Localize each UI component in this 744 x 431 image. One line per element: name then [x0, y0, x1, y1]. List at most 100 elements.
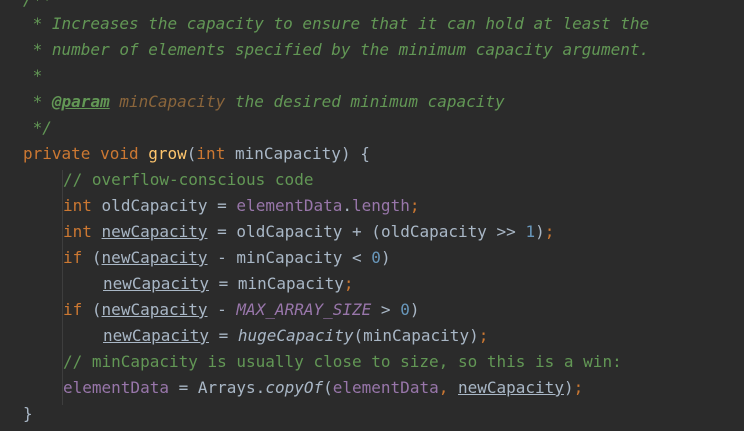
- statement-new-capacity: int newCapacity = oldCapacity + (oldCapa…: [63, 219, 554, 245]
- close-paren: ): [469, 326, 479, 345]
- line-comment-win: // minCapacity is usually close to size,…: [63, 349, 622, 375]
- if-statement-2: if (newCapacity - MAX_ARRAY_SIZE > 0): [63, 297, 419, 323]
- close-paren: ): [380, 248, 391, 267]
- constant-max-array-size[interactable]: MAX_ARRAY_SIZE: [236, 300, 371, 319]
- close-paren: ): [563, 378, 574, 397]
- close-brace: }: [23, 404, 33, 423]
- var-old-capacity[interactable]: oldCapacity: [102, 196, 208, 215]
- semicolon: ;: [343, 274, 354, 293]
- operator-minus: -: [207, 300, 237, 319]
- if-statement-1: if (newCapacity - minCapacity < 0): [63, 245, 391, 271]
- operator-plus: +: [342, 222, 372, 241]
- open-paren: (: [91, 248, 102, 267]
- var-old-capacity[interactable]: oldCapacity: [381, 222, 487, 241]
- javadoc-close-line: */: [23, 115, 52, 141]
- number-literal: 0: [400, 300, 410, 319]
- var-min-capacity[interactable]: minCapacity: [236, 248, 342, 267]
- javadoc-param-line: * @param minCapacity the desired minimum…: [23, 89, 505, 115]
- operator-gt: >: [371, 300, 401, 319]
- javadoc-param-desc: the desired minimum capacity: [225, 92, 505, 111]
- keyword-void: void: [100, 144, 139, 163]
- javadoc-text: * number of elements specified by the mi…: [23, 40, 650, 59]
- keyword-private: private: [23, 144, 91, 163]
- close-paren: ): [535, 222, 545, 241]
- dot: .: [342, 196, 353, 215]
- assign-statement-1: newCapacity = minCapacity;: [103, 271, 353, 297]
- closing-brace-line: }: [23, 401, 33, 427]
- open-paren: (: [371, 222, 381, 241]
- method-signature-line: private void grow(int minCapacity) {: [23, 141, 370, 167]
- operator-minus: -: [207, 248, 237, 267]
- field-element-data[interactable]: elementData: [63, 378, 169, 397]
- var-new-capacity[interactable]: newCapacity: [102, 248, 208, 267]
- statement-copy-of: elementData = Arrays.copyOf(elementData,…: [63, 375, 583, 401]
- param-min-capacity[interactable]: minCapacity: [235, 144, 341, 163]
- open-paren: (: [353, 326, 364, 345]
- keyword-int: int: [196, 144, 226, 163]
- javadoc-param-name[interactable]: minCapacity: [119, 92, 225, 111]
- javadoc-param-tag[interactable]: @param: [52, 92, 110, 111]
- operator-assign: =: [207, 222, 237, 241]
- javadoc-text: *: [23, 92, 52, 111]
- field-element-data[interactable]: elementData: [333, 378, 439, 397]
- class-arrays[interactable]: Arrays: [198, 378, 256, 397]
- var-new-capacity[interactable]: newCapacity: [458, 378, 564, 397]
- var-new-capacity[interactable]: newCapacity: [102, 222, 208, 241]
- operator-assign: =: [168, 378, 198, 397]
- number-literal: 0: [371, 248, 381, 267]
- assign-statement-2: newCapacity = hugeCapacity(minCapacity);: [103, 323, 488, 349]
- semicolon: ;: [573, 378, 584, 397]
- dot: .: [255, 378, 266, 397]
- javadoc-line-3: *: [23, 63, 43, 89]
- semicolon: ;: [409, 196, 420, 215]
- operator-assign: =: [207, 196, 237, 215]
- semicolon: ;: [544, 222, 555, 241]
- keyword-if: if: [63, 300, 83, 319]
- operator-assign: =: [208, 274, 238, 293]
- field-element-data[interactable]: elementData: [236, 196, 342, 215]
- javadoc-open: /**: [23, 0, 52, 9]
- operator-shift: >>: [486, 222, 526, 241]
- var-new-capacity[interactable]: newCapacity: [103, 326, 209, 345]
- keyword-int: int: [63, 222, 92, 241]
- code-editor[interactable]: /** * Increases the capacity to ensure t…: [0, 0, 744, 431]
- method-name-grow[interactable]: grow: [148, 144, 187, 163]
- operator-assign: =: [208, 326, 238, 345]
- semicolon: ;: [478, 326, 489, 345]
- open-paren: (: [323, 378, 333, 397]
- keyword-if: if: [63, 248, 83, 267]
- keyword-int: int: [63, 196, 92, 215]
- javadoc-line-1: * Increases the capacity to ensure that …: [23, 11, 650, 37]
- comma: ,: [438, 378, 458, 397]
- javadoc-close: */: [23, 118, 52, 137]
- var-old-capacity[interactable]: oldCapacity: [236, 222, 342, 241]
- javadoc-text: * Increases the capacity to ensure that …: [23, 14, 650, 33]
- line-comment-overflow: // overflow-conscious code: [63, 167, 313, 193]
- open-brace: {: [350, 144, 370, 163]
- var-min-capacity[interactable]: minCapacity: [238, 274, 344, 293]
- close-paren: ): [340, 144, 351, 163]
- number-literal: 1: [525, 222, 536, 241]
- statement-old-capacity: int oldCapacity = elementData.length;: [63, 193, 419, 219]
- var-new-capacity[interactable]: newCapacity: [102, 300, 208, 319]
- method-call-copy-of[interactable]: copyOf: [265, 378, 323, 397]
- open-paren: (: [186, 144, 197, 163]
- var-new-capacity[interactable]: newCapacity: [103, 274, 209, 293]
- comment-text: // minCapacity is usually close to size,…: [63, 352, 622, 371]
- field-length[interactable]: length: [352, 196, 410, 215]
- javadoc-line-2: * number of elements specified by the mi…: [23, 37, 650, 63]
- var-min-capacity[interactable]: minCapacity: [363, 326, 469, 345]
- open-paren: (: [91, 300, 102, 319]
- operator-lt: <: [342, 248, 372, 267]
- javadoc-text: *: [23, 66, 43, 85]
- method-call-huge-capacity[interactable]: hugeCapacity: [238, 326, 354, 345]
- comment-text: // overflow-conscious code: [63, 170, 314, 189]
